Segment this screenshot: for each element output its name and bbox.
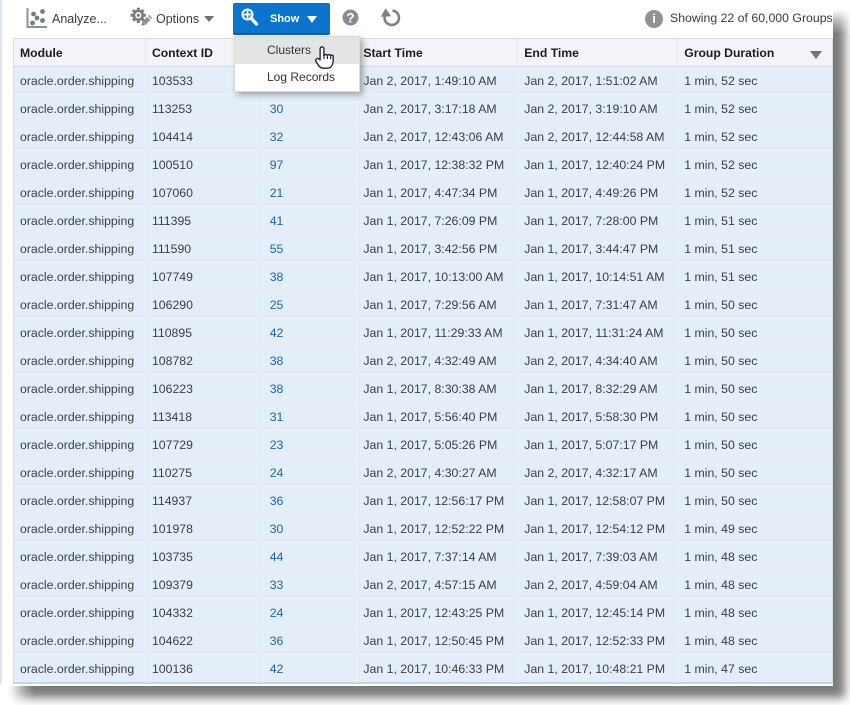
svg-text:?: ? (346, 10, 354, 25)
